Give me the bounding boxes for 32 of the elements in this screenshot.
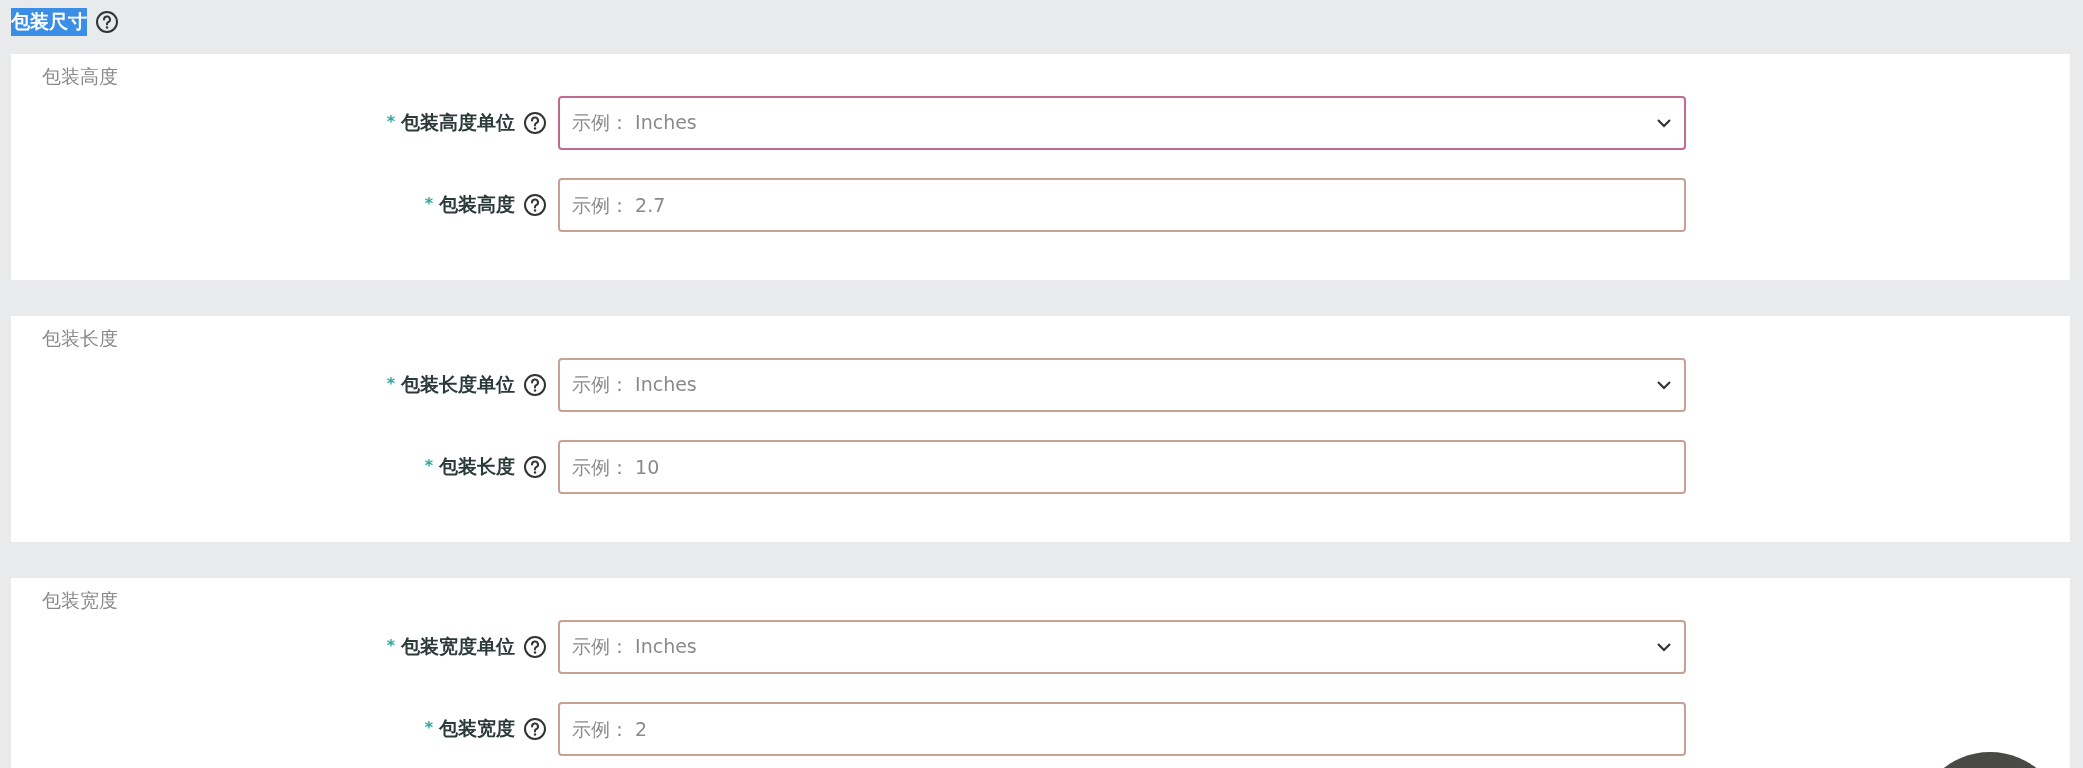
chevron-down-icon	[1656, 642, 1672, 652]
help-icon[interactable]	[523, 635, 547, 659]
group-title: 包装宽度	[42, 588, 118, 612]
help-icon[interactable]	[523, 455, 547, 479]
required-mark: *	[424, 194, 433, 213]
field-label: 包装高度单位	[401, 110, 515, 135]
field-label: 包装高度	[439, 192, 515, 217]
field-label: 包装宽度单位	[401, 634, 515, 659]
help-icon[interactable]	[523, 373, 547, 397]
help-icon[interactable]	[523, 717, 547, 741]
required-mark: *	[386, 112, 395, 131]
group-title: 包装长度	[42, 326, 118, 350]
group-title: 包装高度	[42, 64, 118, 88]
required-mark: *	[424, 718, 433, 737]
chevron-down-icon	[1656, 380, 1672, 390]
input-field[interactable]: 示例： 10	[558, 440, 1686, 494]
select-field[interactable]: 示例： Inches	[558, 96, 1686, 150]
required-mark: *	[386, 374, 395, 393]
select-field[interactable]: 示例： Inches	[558, 358, 1686, 412]
input-field[interactable]: 示例： 2.7	[558, 178, 1686, 232]
required-mark: *	[386, 636, 395, 655]
field-label: 包装长度	[439, 454, 515, 479]
required-mark: *	[424, 456, 433, 475]
field-label: 包装宽度	[439, 716, 515, 741]
chevron-down-icon	[1656, 118, 1672, 128]
section-title: 包装尺寸	[11, 8, 87, 36]
help-icon[interactable]	[523, 111, 547, 135]
input-field[interactable]: 示例： 2	[558, 702, 1686, 756]
help-icon[interactable]	[523, 193, 547, 217]
help-icon[interactable]	[95, 10, 119, 34]
field-label: 包装长度单位	[401, 372, 515, 397]
select-field[interactable]: 示例： Inches	[558, 620, 1686, 674]
